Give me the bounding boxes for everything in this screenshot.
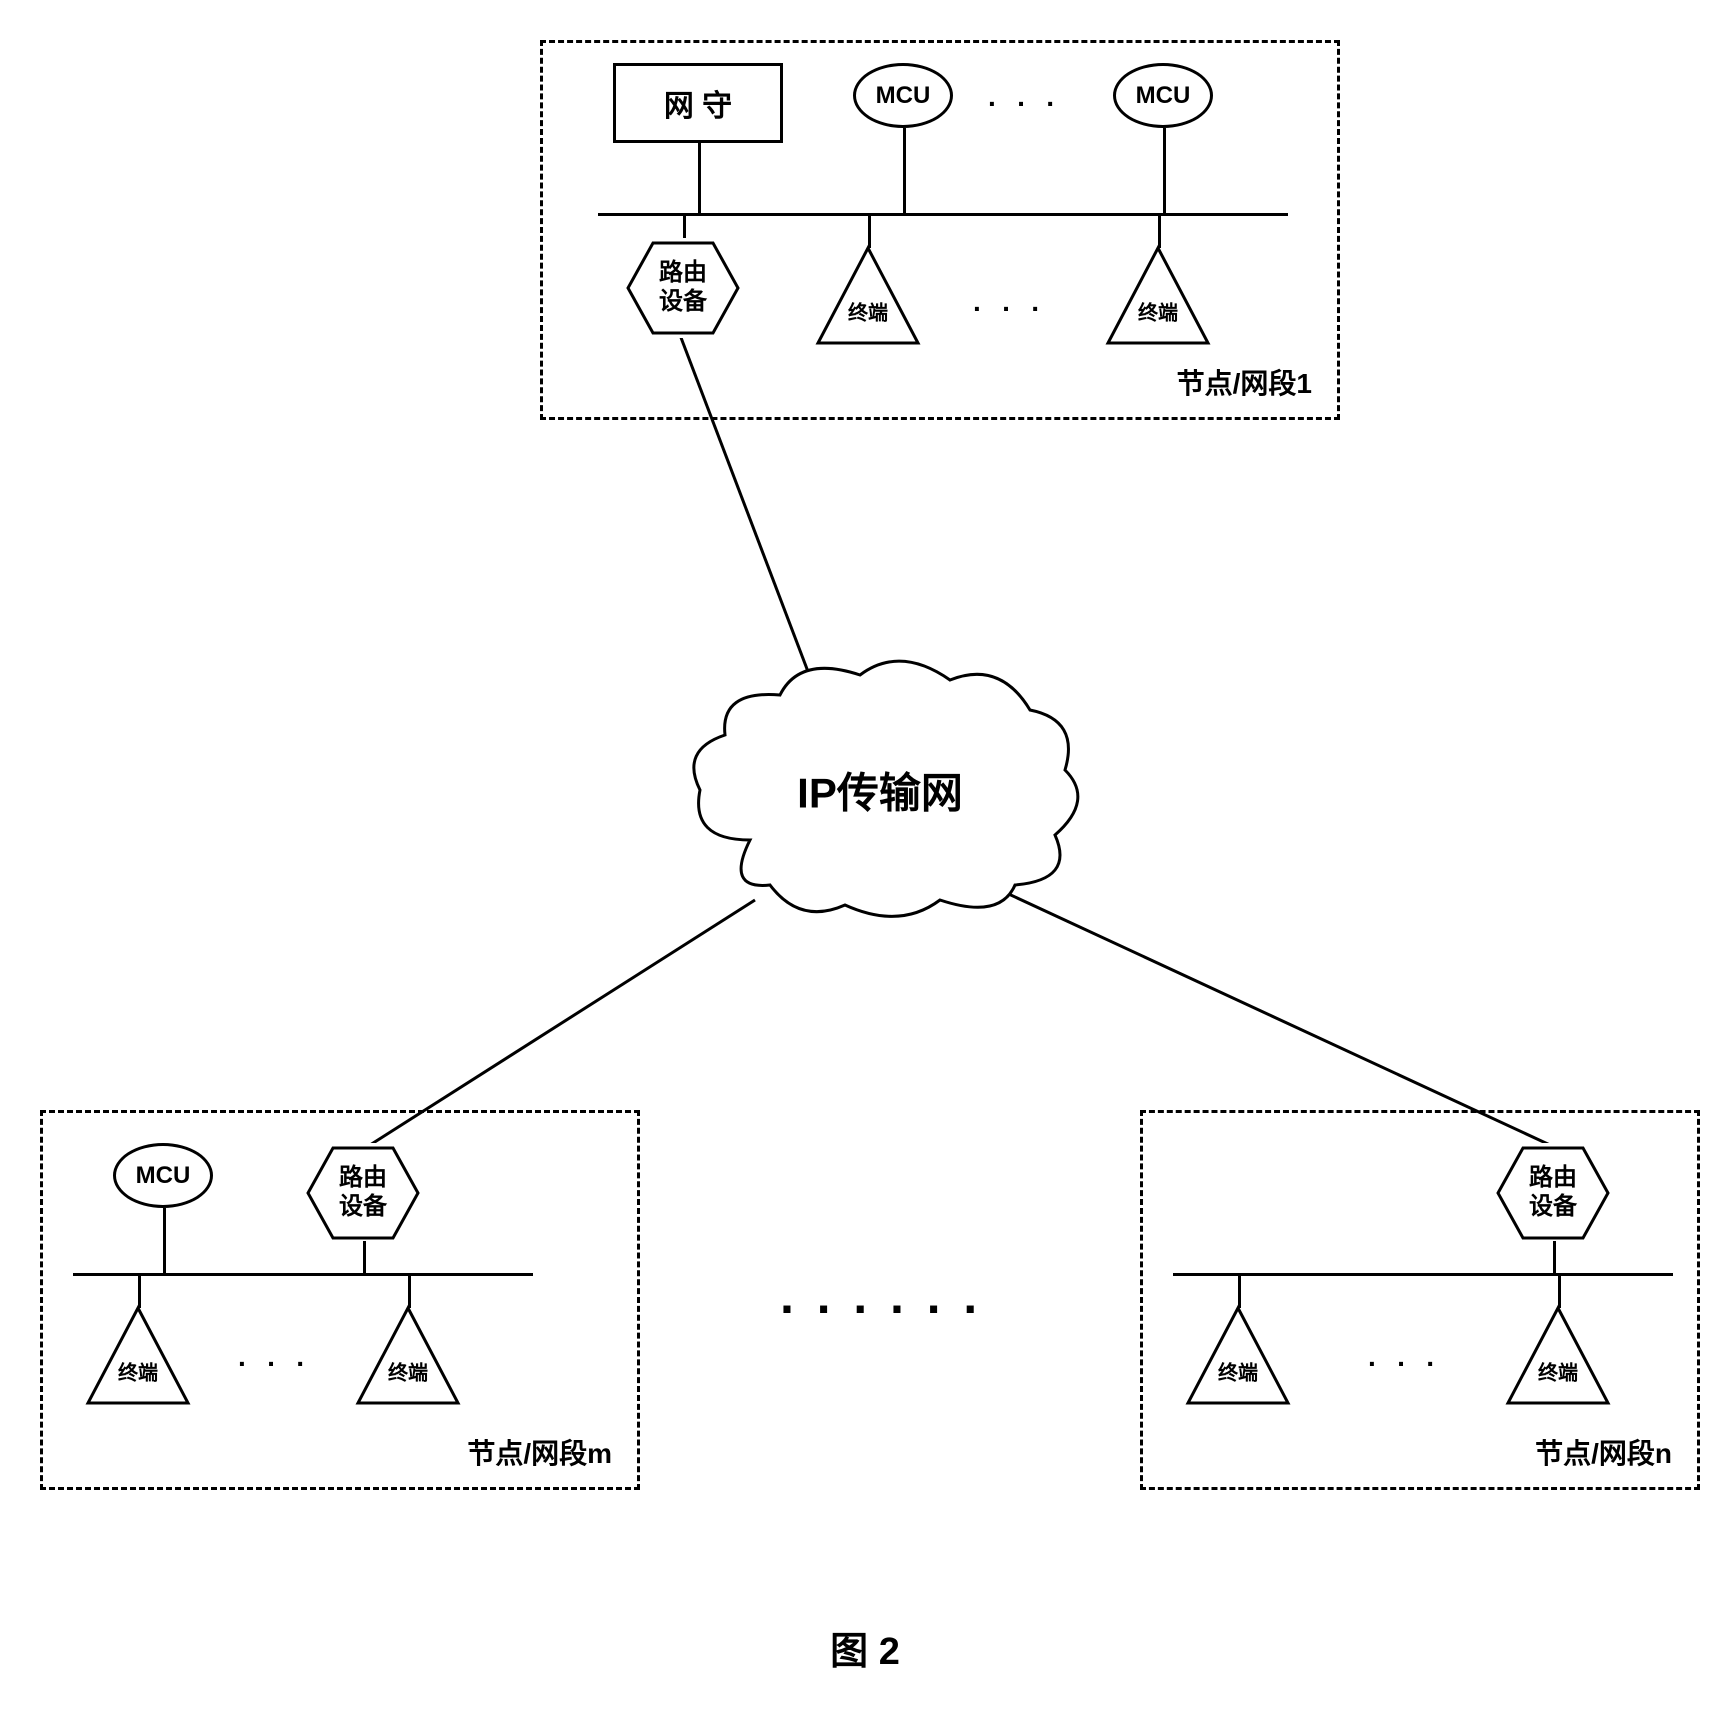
terminal-1: 终端 (813, 243, 923, 353)
mcu-1: MCU (853, 63, 953, 128)
router-1: 路由 设备 (623, 238, 743, 338)
terminal-1-label: 终端 (848, 297, 888, 326)
v-line-mcu1 (903, 128, 906, 213)
router-n-label: 路由 设备 (1529, 1164, 1577, 1222)
v-line-router-n (1553, 1241, 1556, 1273)
router-n: 路由 设备 (1493, 1143, 1613, 1243)
mcu-m: MCU (113, 1143, 213, 1208)
terminal-m2-label: 终端 (388, 1357, 428, 1386)
middle-dots: ······ (780, 1280, 1000, 1338)
mcu-2: MCU (1113, 63, 1213, 128)
v-line-router-m (363, 1241, 366, 1273)
mcu-1-label: MCU (876, 82, 931, 110)
v-line-mcu2 (1163, 128, 1166, 213)
terminal-2-label: 终端 (1138, 297, 1178, 326)
terminal-m1-label: 终端 (118, 1357, 158, 1386)
terminal-n1: 终端 (1183, 1303, 1293, 1413)
terminal-m1: 终端 (83, 1303, 193, 1413)
v-line-gk (698, 143, 701, 213)
gatekeeper-label: 网 守 (664, 81, 732, 125)
router-1-label: 路由 设备 (659, 259, 707, 317)
node-segment-n: 路由 设备 终端 · · · 终端 节点/网段n (1140, 1110, 1700, 1490)
terminal-2: 终端 (1103, 243, 1213, 353)
terminal-n2: 终端 (1503, 1303, 1613, 1413)
bus-line-m (73, 1273, 533, 1276)
v-line-router1 (683, 213, 686, 241)
terminal-n2-label: 终端 (1538, 1357, 1578, 1386)
diagram-container: 网 守 MCU · · · MCU 路由 设备 (0, 0, 1730, 1712)
dots-mcu: · · · (988, 88, 1062, 120)
figure-label: 图 2 (830, 1620, 900, 1675)
bus-line-n (1173, 1273, 1673, 1276)
node-1-label: 节点/网段1 (1177, 362, 1312, 402)
ip-cloud: IP传输网 (670, 640, 1090, 940)
terminal-m2: 终端 (353, 1303, 463, 1413)
dots-term: · · · (973, 293, 1047, 325)
node-m-label: 节点/网段m (467, 1432, 612, 1472)
mcu-m-label: MCU (136, 1162, 191, 1190)
node-segment-1: 网 守 MCU · · · MCU 路由 设备 (540, 40, 1340, 420)
mcu-2-label: MCU (1136, 82, 1191, 110)
router-m: 路由 设备 (303, 1143, 423, 1243)
v-line-mcu-m (163, 1208, 166, 1273)
terminal-n1-label: 终端 (1218, 1357, 1258, 1386)
gatekeeper-box: 网 守 (613, 63, 783, 143)
dots-term-m: · · · (238, 1348, 312, 1380)
dots-term-n: · · · (1368, 1348, 1442, 1380)
bus-line-1 (598, 213, 1288, 216)
cloud-label: IP传输网 (797, 760, 963, 821)
router-m-label: 路由 设备 (339, 1164, 387, 1222)
node-segment-m: MCU 路由 设备 终端 · · · 终端 (40, 1110, 640, 1490)
node-n-label: 节点/网段n (1535, 1432, 1672, 1472)
